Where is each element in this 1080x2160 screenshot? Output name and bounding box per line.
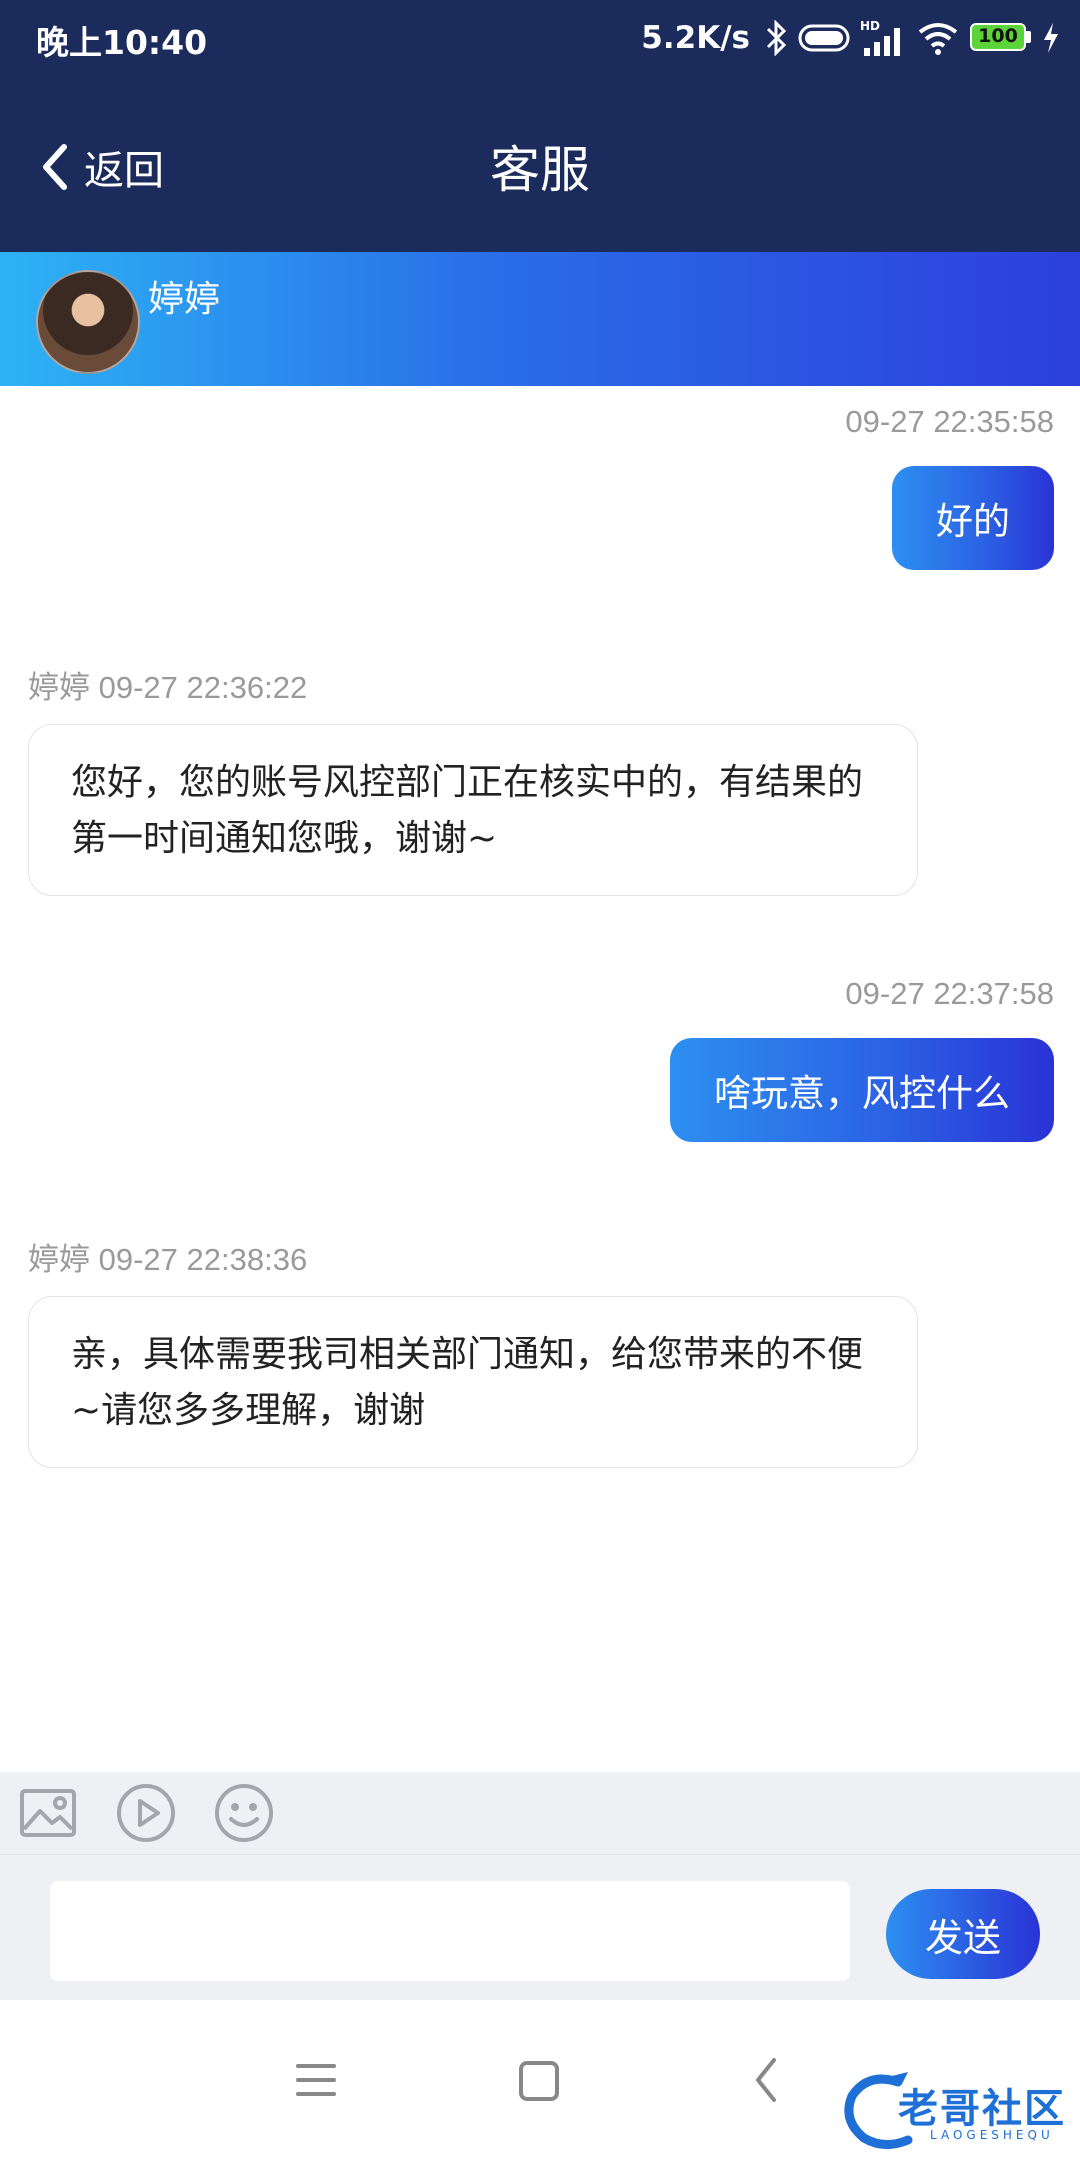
- incoming-message-meta: 婷婷 09-27 22:38:36: [28, 1234, 307, 1279]
- message-text: 好的: [936, 500, 1010, 543]
- emoji-icon[interactable]: [212, 1781, 276, 1845]
- status-icons: 5.2K/s HD 100: [641, 14, 1060, 62]
- agent-avatar[interactable]: [36, 270, 140, 374]
- message-timestamp: 09-27 22:37:58: [845, 976, 1054, 1011]
- message-timestamp: 09-27 22:35:58: [845, 404, 1054, 439]
- composer-toolbar: [0, 1772, 1080, 1854]
- incoming-message[interactable]: 亲，具体需要我司相关部门通知，给您带来的不便~请您多多理解，谢谢: [28, 1296, 918, 1468]
- agent-name: 婷婷: [148, 279, 221, 320]
- charging-icon: [1044, 23, 1058, 53]
- agent-bar: 婷婷: [0, 252, 1080, 386]
- image-icon[interactable]: [16, 1781, 80, 1845]
- watermark-logo: 老哥社区 LAOGESHEQU: [838, 2068, 1068, 2154]
- wifi-icon: [918, 23, 958, 55]
- nav-header: 返回 客服: [0, 76, 1080, 252]
- message-text: 亲，具体需要我司相关部门通知，给您带来的不便~请您多多理解，谢谢: [71, 1334, 864, 1431]
- battery-level: 100: [978, 25, 1018, 47]
- status-time: 晚上10:40: [36, 23, 208, 62]
- status-bar: 晚上10:40 5.2K/s HD 100: [0, 0, 1080, 76]
- sender-name: 婷婷: [28, 1242, 90, 1277]
- message-timestamp: 09-27 22:36:22: [98, 670, 308, 705]
- incoming-message[interactable]: 您好，您的账号风控部门正在核实中的，有结果的第一时间通知您哦，谢谢~: [28, 724, 918, 896]
- back-nav-icon[interactable]: [752, 2056, 780, 2104]
- send-label: 发送: [924, 1915, 1001, 1960]
- home-icon[interactable]: [518, 2060, 560, 2102]
- bluetooth-icon: [766, 20, 787, 56]
- message-text: 啥玩意，风控什么: [714, 1072, 1010, 1115]
- svg-text:HD: HD: [860, 19, 880, 33]
- send-button[interactable]: 发送: [886, 1889, 1040, 1979]
- incoming-message-meta: 婷婷 09-27 22:36:22: [28, 662, 307, 707]
- menu-icon[interactable]: [296, 2062, 336, 2098]
- page-title: 客服: [490, 141, 590, 199]
- sender-name: 婷婷: [28, 670, 90, 705]
- watermark-text: 老哥社区: [898, 2086, 1066, 2132]
- hd-signal-icon: HD: [860, 19, 900, 56]
- video-icon[interactable]: [114, 1781, 178, 1845]
- composer: 发送: [0, 1854, 1080, 2001]
- system-nav-bar: 老哥社区 LAOGESHEQU: [0, 2000, 1080, 2160]
- message-input[interactable]: [50, 1881, 850, 1981]
- vibrate-toggle-icon: [798, 24, 850, 52]
- battery-icon: 100: [970, 23, 1032, 53]
- watermark-subtext: LAOGESHEQU: [930, 2128, 1054, 2142]
- message-text: 您好，您的账号风控部门正在核实中的，有结果的第一时间通知您哦，谢谢~: [71, 762, 864, 859]
- outgoing-message[interactable]: 啥玩意，风控什么: [670, 1038, 1054, 1142]
- message-timestamp: 09-27 22:38:36: [98, 1242, 308, 1277]
- outgoing-message[interactable]: 好的: [892, 466, 1054, 570]
- net-speed: 5.2K/s: [641, 20, 750, 56]
